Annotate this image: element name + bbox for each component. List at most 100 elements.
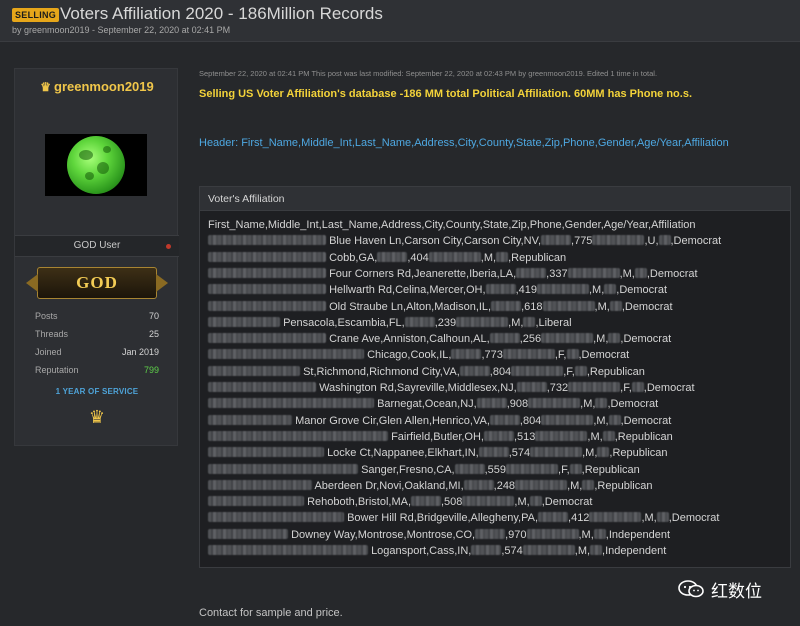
watermark-text: 红数位 [711, 582, 762, 602]
redacted-block [608, 414, 621, 425]
record-text: ,F, [554, 349, 567, 362]
moon-image [67, 136, 125, 194]
stat-posts[interactable]: Posts 70 [35, 311, 159, 325]
record-text: ,256 [519, 333, 542, 346]
record-text: Chicago,Cook,IL, [367, 349, 452, 362]
redacted-block [522, 545, 575, 555]
redacted-block [462, 496, 515, 507]
record-text: ,404 [407, 251, 429, 264]
record-text: ,M, [593, 414, 609, 427]
redacted-block [541, 333, 594, 344]
record-text: Downey Way,Montrose,Montrose,CO, [291, 528, 476, 541]
redacted-block [208, 382, 316, 392]
redacted-block [506, 463, 559, 474]
stat-reputation[interactable]: Reputation 799 [35, 365, 159, 379]
stat-value: 799 [143, 365, 159, 375]
thread-byline[interactable]: by greenmoon2019 - September 22, 2020 at… [12, 25, 230, 35]
record-text: ,Democrat [643, 382, 695, 394]
stat-value: 70 [148, 311, 159, 321]
record-row: Barnegat,Ocean,NJ, ,908 ,M, ,Democrat [208, 398, 658, 414]
redacted-block [574, 365, 587, 376]
record-row: Washington Rd,Sayreville,Middlesex,NJ, ,7… [208, 382, 695, 398]
redacted-block [590, 545, 603, 555]
record-text: ,559 [484, 463, 507, 476]
redacted-block [569, 463, 582, 474]
redacted-block [208, 528, 288, 539]
selling-badge[interactable]: SELLING [12, 8, 60, 22]
redacted-block [496, 251, 509, 262]
record-text: Sanger,Fresno,CA, [361, 463, 455, 476]
record-text: Hellwarth Rd,Celina,Mercer,OH, [329, 284, 486, 297]
record-text: ,773 [481, 349, 503, 362]
redacted-block [208, 235, 326, 246]
redacted-block [568, 382, 621, 392]
redacted-block [489, 333, 520, 344]
record-row: Hellwarth Rd,Celina,Mercer,OH, ,419 ,M, ,De… [208, 284, 667, 300]
username-text: greenmoon2019 [54, 79, 154, 94]
redacted-block [502, 349, 555, 360]
record-text: Bower Hill Rd,Bridgeville,Allegheny,PA, [347, 512, 539, 525]
record-text: ,248 [493, 479, 516, 492]
redacted-block [589, 512, 642, 523]
record-text: ,Republican [581, 463, 640, 476]
username[interactable]: ♛ greenmoon2019 [15, 79, 179, 94]
god-badge-text: GOD [76, 273, 118, 292]
record-row: Cobb,GA, ,404 ,M, ,Republican [208, 251, 567, 268]
redacted-block [516, 267, 547, 278]
record-text: ,337 [546, 267, 568, 280]
redacted-block [471, 545, 502, 555]
record-text: Washington Rd,Sayreville,Middlesex,NJ, [319, 382, 517, 394]
record-text: ,Democrat [646, 267, 698, 280]
record-text: ,M, [588, 284, 605, 297]
record-row: Fairfield,Butler,OH, ,513 ,M, ,Republican [208, 430, 673, 447]
quote-block: Voter's Affiliation First_Name,Middle_In… [199, 186, 791, 568]
record-text: ,Democrat [668, 512, 720, 525]
record-text: ,Democrat [621, 300, 673, 313]
record-row: Chicago,Cook,IL, ,773 ,F, ,Democrat [208, 349, 629, 365]
record-text: ,M, [578, 528, 594, 541]
record-text: Cobb,GA, [329, 251, 378, 264]
contact-note: Contact for sample and price. [199, 607, 343, 619]
record-text: ,M, [641, 512, 657, 525]
redacted-block [511, 365, 564, 376]
record-row: Rehoboth,Bristol,MA, ,508 ,M, ,Democrat [208, 496, 592, 512]
redacted-block [528, 398, 581, 409]
redacted-block [602, 430, 615, 441]
record-text: Barnegat,Ocean,NJ, [377, 398, 477, 411]
redacted-block [593, 528, 606, 539]
redacted-block [476, 398, 507, 409]
record-text: ,M, [480, 251, 497, 264]
redacted-block [530, 447, 583, 458]
record-text: ,Republican [508, 251, 567, 264]
post-headline: Selling US Voter Affiliation's database … [199, 88, 693, 100]
record-row: Logansport,Cass,IN, ,574 ,M, ,Independent [208, 545, 666, 561]
record-text: ,804 [489, 365, 512, 378]
avatar[interactable] [45, 134, 147, 196]
redacted-block [535, 430, 588, 441]
redacted-block [208, 398, 374, 409]
redacted-block [208, 496, 304, 507]
redacted-block [483, 430, 514, 441]
redacted-block [566, 349, 579, 360]
record-row: Four Corners Rd,Jeanerette,Iberia,LA, ,33… [208, 267, 698, 284]
redacted-block [538, 512, 569, 523]
record-text: Pensacola,Escambia,FL, [283, 316, 405, 329]
redacted-block [475, 528, 506, 539]
wechat-icon [678, 580, 704, 598]
redacted-block [567, 267, 620, 278]
record-text: ,M, [587, 430, 603, 443]
record-text: ,Democrat [607, 398, 659, 411]
redacted-block [411, 496, 441, 507]
record-text: ,M, [514, 496, 530, 509]
record-row: Sanger,Fresno,CA, ,559 ,F, ,Republican [208, 463, 640, 480]
redacted-block [208, 333, 326, 344]
redacted-block [542, 300, 595, 311]
record-row: St,Richmond,Richmond City,VA, ,804 ,F, ,Rep… [208, 365, 645, 382]
record-text: ,419 [515, 284, 537, 297]
redacted-block [451, 349, 482, 360]
stat-threads[interactable]: Threads 25 [35, 329, 159, 343]
record-text: ,M, [508, 316, 524, 329]
redacted-block [604, 284, 617, 295]
record-text: ,Liberal [535, 316, 572, 329]
record-text: ,Republican [586, 365, 645, 378]
